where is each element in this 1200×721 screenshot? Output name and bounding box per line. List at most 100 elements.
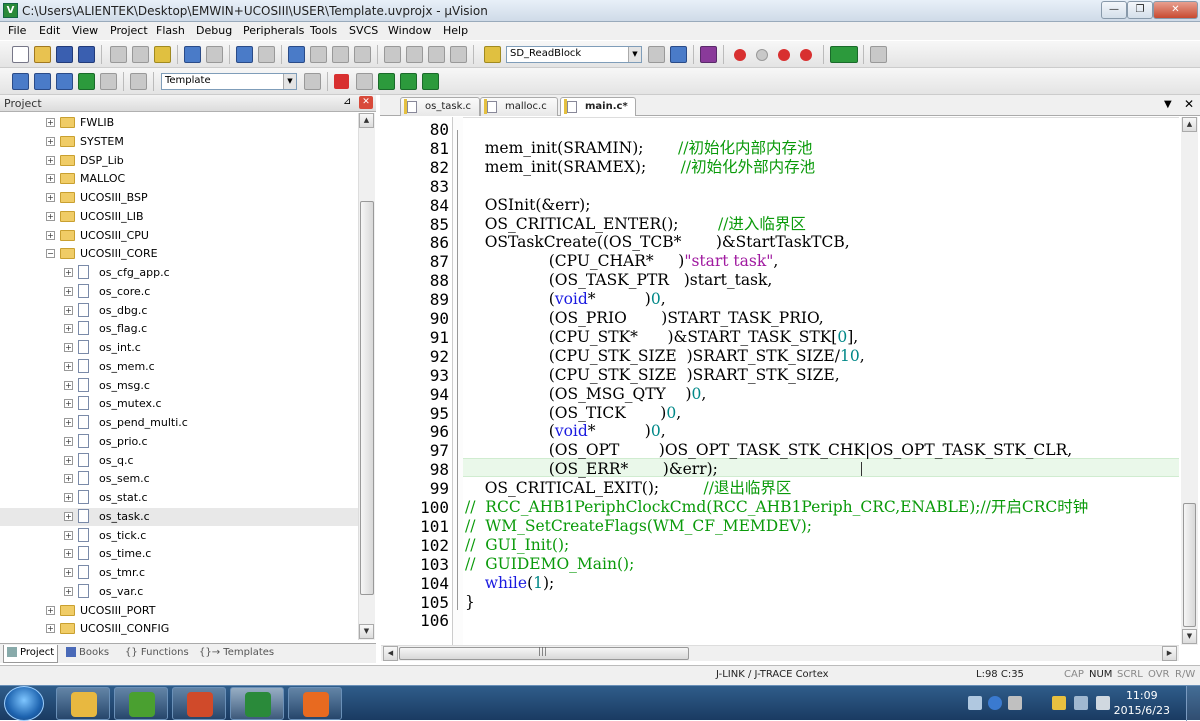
expand-icon[interactable]: + <box>64 380 73 390</box>
tree-file[interactable]: + os_task.c <box>0 507 358 526</box>
menu-project[interactable]: Project <box>110 24 148 37</box>
editor-horizontal-scrollbar[interactable]: ◀ ||| ▶ <box>381 645 1179 661</box>
tree-file[interactable]: + os_q.c <box>0 452 358 470</box>
tree-file[interactable]: + os_stat.c <box>0 489 358 507</box>
code-line[interactable]: (CPU_STK* )&START_TASK_STK[0], <box>465 328 858 347</box>
translate-icon[interactable] <box>12 73 29 90</box>
expand-icon[interactable]: + <box>64 568 73 577</box>
breakpoint-icon[interactable] <box>734 49 746 61</box>
uncomment-icon[interactable] <box>450 46 467 63</box>
code-line[interactable]: (CPU_CHAR* )"start task", <box>465 252 779 271</box>
code-line[interactable]: // GUI_Init(); <box>465 536 569 555</box>
expand-icon[interactable]: + <box>46 230 55 240</box>
taskbar-app-button[interactable] <box>288 687 342 720</box>
tree-file[interactable]: + os_tick.c <box>0 527 358 545</box>
tree-file[interactable]: + os_int.c <box>0 339 358 357</box>
code-line[interactable]: (CPU_STK_SIZE )SRART_STK_SIZE, <box>465 366 840 385</box>
window-layout-icon[interactable] <box>830 46 858 63</box>
nav-forward-icon[interactable] <box>258 46 275 63</box>
tab-functions[interactable]: {} Functions <box>122 645 192 663</box>
expand-icon[interactable]: + <box>64 436 73 446</box>
target-options-icon[interactable] <box>304 73 321 90</box>
tab-malloc-c[interactable]: malloc.c <box>480 97 558 116</box>
network-icon[interactable] <box>1074 696 1088 710</box>
expand-icon[interactable]: + <box>64 399 73 409</box>
tree-file[interactable]: + os_mutex.c <box>0 395 358 413</box>
code-line[interactable]: mem_init(SRAMEX); //初始化外部内存池 <box>465 158 815 177</box>
scroll-down-icon[interactable]: ▼ <box>359 624 374 639</box>
menu-file[interactable]: File <box>8 24 26 37</box>
expand-icon[interactable]: + <box>64 493 73 502</box>
tab-os-task-c[interactable]: os_task.c <box>400 97 480 116</box>
code-line[interactable]: OSTaskCreate((OS_TCB* )&StartTaskTCB, <box>465 233 850 252</box>
new-file-icon[interactable] <box>12 46 29 63</box>
tree-file[interactable]: + os_msg.c <box>0 377 358 395</box>
tree-file[interactable]: + os_prio.c <box>0 433 358 451</box>
pack-installer-icon[interactable] <box>378 73 395 90</box>
menu-svcs[interactable]: SVCS <box>349 24 378 37</box>
scroll-right-icon[interactable]: ▶ <box>1162 646 1177 661</box>
menu-tools[interactable]: Tools <box>310 24 337 37</box>
expand-icon[interactable]: + <box>46 211 55 221</box>
disable-breakpoint-icon[interactable] <box>756 49 768 61</box>
code-line[interactable]: // WM_SetCreateFlags(WM_CF_MEMDEV); <box>465 517 812 536</box>
tab-project[interactable]: Project <box>3 645 59 663</box>
expand-icon[interactable]: + <box>64 474 73 484</box>
tree-file[interactable]: + os_var.c <box>0 583 358 601</box>
expand-icon[interactable]: + <box>64 530 73 540</box>
tree-folder[interactable]: − UCOSIII_CORE <box>0 245 358 263</box>
unindent-icon[interactable] <box>406 46 423 63</box>
indent-icon[interactable] <box>384 46 401 63</box>
code-line[interactable]: (OS_MSG_QTY )0, <box>465 385 707 404</box>
run-time-env-icon[interactable] <box>400 73 417 90</box>
menu-edit[interactable]: Edit <box>39 24 60 37</box>
tree-folder[interactable]: + DSP_Lib <box>0 152 358 170</box>
expand-icon[interactable]: + <box>64 305 73 315</box>
menu-peripherals[interactable]: Peripherals <box>243 24 304 37</box>
taskbar-app-button[interactable] <box>56 687 110 720</box>
debug-session-icon[interactable] <box>700 46 717 63</box>
taskbar-app-button[interactable] <box>230 687 284 720</box>
copy-icon[interactable] <box>132 46 149 63</box>
tree-folder[interactable]: + MALLOC <box>0 170 358 188</box>
rebuild-icon[interactable] <box>56 73 73 90</box>
build-icon[interactable] <box>34 73 51 90</box>
undo-icon[interactable] <box>184 46 201 63</box>
code-line[interactable]: (OS_PRIO )START_TASK_PRIO, <box>465 309 824 328</box>
select-packs-icon[interactable] <box>356 73 373 90</box>
close-editor-icon[interactable]: ✕ <box>1184 97 1194 111</box>
open-file-icon[interactable] <box>34 46 51 63</box>
expand-icon[interactable]: + <box>64 361 73 371</box>
start-button[interactable] <box>4 686 44 721</box>
find-combo[interactable]: SD_ReadBlock ▼ <box>506 46 642 63</box>
cut-icon[interactable] <box>110 46 127 63</box>
disable-all-breakpoints-icon[interactable] <box>800 49 812 61</box>
tree-folder[interactable]: + UCOSIII_BSP <box>0 189 358 207</box>
code-line[interactable]: (OS_TASK_PTR )start_task, <box>465 271 773 290</box>
expand-icon[interactable]: + <box>64 455 73 465</box>
find-icon[interactable] <box>648 46 665 63</box>
expand-icon[interactable]: + <box>46 624 55 634</box>
bookmark-icon[interactable] <box>288 46 305 63</box>
code-line[interactable]: (OS_OPT )OS_OPT_TASK_STK_CHK|OS_OPT_TASK… <box>465 441 1072 460</box>
collapse-icon[interactable]: − <box>46 249 55 259</box>
code-line[interactable]: (void* )0, <box>465 422 666 441</box>
action-center-icon[interactable] <box>1052 696 1066 710</box>
code-line[interactable]: OS_CRITICAL_ENTER(); //进入临界区 <box>465 215 806 234</box>
scroll-up-icon[interactable]: ▲ <box>1182 117 1197 132</box>
next-bookmark-icon[interactable] <box>332 46 349 63</box>
tree-folder[interactable]: + UCOSIII_PORT <box>0 602 358 620</box>
show-desktop-button[interactable] <box>1186 686 1200 721</box>
tree-file[interactable]: + os_tmr.c <box>0 564 358 582</box>
expand-icon[interactable]: + <box>46 155 55 165</box>
tab-books[interactable]: Books <box>63 645 112 663</box>
tree-file[interactable]: + os_time.c <box>0 545 358 563</box>
code-line[interactable]: while(1); <box>465 574 555 593</box>
configure-icon[interactable] <box>870 46 887 63</box>
expand-icon[interactable]: + <box>64 549 73 559</box>
code-line[interactable]: OS_CRITICAL_EXIT(); //退出临界区 <box>465 479 792 498</box>
tab-list-dropdown-icon[interactable]: ▼ <box>1164 99 1172 110</box>
code-line[interactable]: // RCC_AHB1PeriphClockCmd(RCC_AHB1Periph… <box>465 498 1088 517</box>
editor-vertical-scrollbar[interactable]: ▲ ▼ <box>1181 117 1198 645</box>
tree-file[interactable]: + os_pend_multi.c <box>0 414 358 432</box>
